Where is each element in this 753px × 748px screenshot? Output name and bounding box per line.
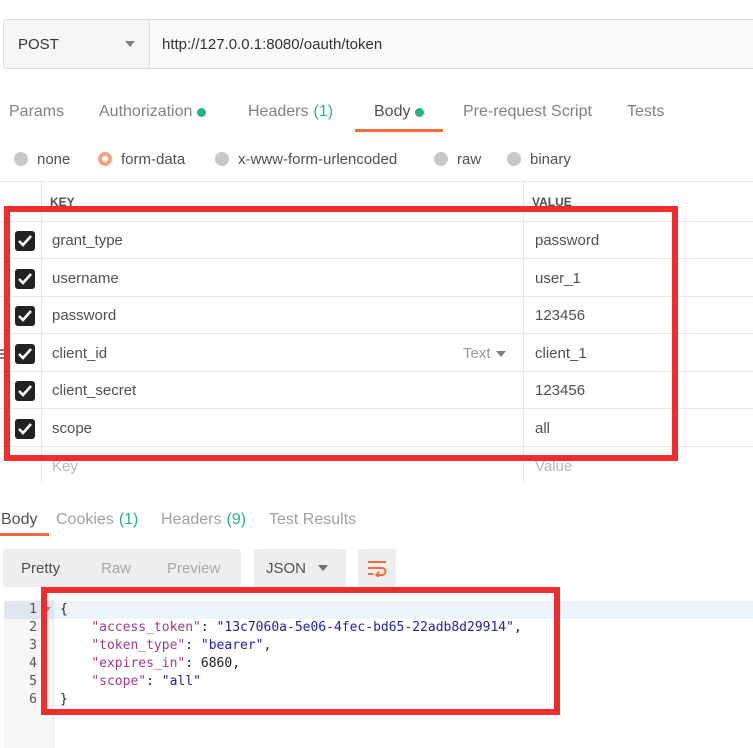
line-number: 1	[29, 602, 37, 617]
tab-response-headers[interactable]: Headers (9)	[161, 505, 246, 535]
radio-label: x-www-form-urlencoded	[238, 150, 398, 168]
line-number: 2	[29, 620, 37, 635]
tab-count: (1)	[118, 511, 139, 528]
method-select[interactable]: POST	[4, 20, 150, 68]
status-dot-icon	[415, 107, 425, 117]
view-mode-group: Pretty Raw Preview	[3, 549, 241, 587]
raw-button[interactable]: Raw	[101, 549, 131, 587]
tab-label: Test Results	[269, 511, 357, 528]
tab-label: Body	[1, 511, 38, 528]
tab-body[interactable]: Body	[354, 92, 445, 132]
url-text: http://127.0.0.1:8080/oauth/token	[162, 35, 383, 53]
radio-icon	[215, 152, 229, 166]
line-number: 3	[29, 638, 37, 653]
tab-label: Authorization	[99, 103, 193, 120]
tab-params[interactable]: Params	[9, 92, 64, 132]
format-select[interactable]: JSON	[254, 549, 346, 587]
tab-label: Tests	[627, 103, 665, 120]
radio-checked-icon	[98, 152, 112, 166]
radio-x-www-form-urlencoded[interactable]: x-www-form-urlencoded	[215, 146, 397, 172]
request-tabs: Params Authorization Headers (1) Body Pr…	[0, 92, 753, 132]
pretty-button[interactable]: Pretty	[21, 549, 60, 587]
wrap-lines-icon	[368, 561, 387, 577]
line-number: 4	[29, 656, 37, 671]
chevron-down-icon	[125, 41, 135, 47]
tab-tests[interactable]: Tests	[627, 92, 664, 132]
wrap-lines-button[interactable]	[358, 549, 396, 587]
tab-authorization[interactable]: Authorization	[99, 92, 207, 132]
radio-label: form-data	[121, 150, 186, 168]
tab-pre-request-script[interactable]: Pre-request Script	[463, 92, 592, 132]
method-label: POST	[18, 35, 59, 53]
tab-response-cookies[interactable]: Cookies (1)	[56, 505, 138, 535]
response-tabs: Body Cookies (1) Headers (9) Test Result…	[0, 505, 753, 536]
tab-test-results[interactable]: Test Results	[269, 505, 356, 535]
tab-count: (9)	[226, 511, 247, 528]
line-number: 6	[29, 692, 37, 707]
tab-label: Headers	[161, 511, 222, 528]
radio-none[interactable]: none	[14, 146, 70, 172]
annotation-box-form	[4, 206, 678, 461]
tab-label: Headers	[248, 103, 309, 120]
status-dot-icon	[197, 107, 207, 117]
tab-label: Params	[9, 103, 65, 120]
radio-raw[interactable]: raw	[434, 146, 481, 172]
tab-label: Cookies	[56, 511, 114, 528]
tab-response-body[interactable]: Body	[0, 505, 51, 536]
body-type-options: none form-data x-www-form-urlencoded raw…	[0, 146, 753, 172]
line-number: 5	[29, 674, 37, 689]
radio-icon	[507, 152, 521, 166]
radio-icon	[434, 152, 448, 166]
tab-label: Pre-request Script	[463, 103, 592, 120]
tab-label: Body	[374, 103, 411, 120]
format-label: JSON	[266, 559, 307, 577]
annotation-box-response	[41, 587, 560, 715]
radio-form-data[interactable]: form-data	[98, 146, 185, 172]
radio-icon	[14, 152, 28, 166]
request-bar: POST http://127.0.0.1:8080/oauth/token	[3, 19, 753, 69]
radio-binary[interactable]: binary	[507, 146, 571, 172]
radio-label: none	[37, 150, 71, 168]
tab-headers[interactable]: Headers (1)	[248, 92, 333, 132]
radio-label: binary	[530, 150, 571, 168]
radio-label: raw	[457, 150, 482, 168]
url-input[interactable]: http://127.0.0.1:8080/oauth/token	[150, 20, 753, 68]
tab-count: (1)	[313, 103, 334, 120]
preview-button[interactable]: Preview	[167, 549, 220, 587]
chevron-down-icon	[318, 565, 328, 571]
